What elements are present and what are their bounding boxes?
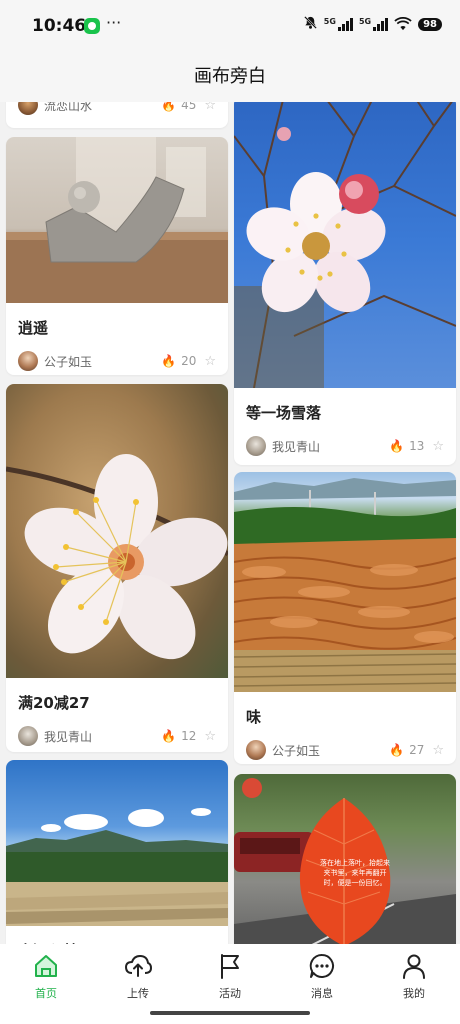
author-name: 我见青山 <box>272 439 321 454</box>
hot-count: 45 <box>181 102 197 112</box>
star-icon[interactable]: ☆ <box>204 729 216 744</box>
post-image <box>234 472 456 692</box>
author-name: 流恋山水 <box>44 102 93 113</box>
hot-count: 13 <box>409 439 425 453</box>
post-image <box>6 760 228 926</box>
card-meta: 公子如玉 🔥 27 ☆ <box>234 730 456 760</box>
fire-icon: 🔥 <box>161 729 177 743</box>
tab-home-label: 首页 <box>35 987 57 1000</box>
post-title: 满20减27 <box>18 694 90 712</box>
post-title: 山河入梦 <box>6 926 228 944</box>
signal-icon: 5G <box>324 17 353 31</box>
wifi-icon <box>394 17 412 31</box>
tab-upload-label: 上传 <box>127 987 149 1000</box>
post-title: 味 <box>246 708 262 726</box>
author-name: 公子如玉 <box>272 743 321 758</box>
user-icon <box>403 954 425 979</box>
post-image <box>6 384 228 678</box>
waterfall-feed[interactable]: 流恋山水 🔥 45 ☆ 逍遥 公子如玉 🔥 20 ☆ 满20减27 我见青山 🔥… <box>0 102 460 944</box>
avatar <box>18 351 38 371</box>
avatar <box>18 726 38 746</box>
card-meta: 我见青山 🔥 12 ☆ <box>6 716 228 746</box>
author-name: 我见青山 <box>44 729 93 744</box>
home-indicator[interactable] <box>150 1011 310 1015</box>
star-icon[interactable]: ☆ <box>432 743 444 758</box>
star-icon[interactable]: ☆ <box>204 102 216 113</box>
post-image <box>234 102 456 388</box>
fire-icon: 🔥 <box>389 743 405 757</box>
app-notification-icon <box>84 18 100 34</box>
signal-icon-2: 5G <box>359 17 389 31</box>
avatar <box>18 102 38 115</box>
tab-home[interactable]: 首页 <box>0 944 92 1024</box>
hot-count: 27 <box>409 743 425 757</box>
tab-profile-label: 我的 <box>403 987 425 1000</box>
battery-icon: 98 <box>418 17 442 31</box>
app-header: 画布旁白 <box>0 54 460 102</box>
fire-icon: 🔥 <box>389 439 405 453</box>
fire-icon: 🔥 <box>161 354 177 368</box>
card-meta: 公子如玉 🔥 20 ☆ <box>6 341 228 371</box>
hot-count: 12 <box>181 729 197 743</box>
mute-icon <box>303 15 318 33</box>
status-time: 10:46 <box>32 16 87 36</box>
status-indicators: 5G 5G 98 <box>303 15 442 33</box>
tab-messages-label: 消息 <box>311 987 333 1000</box>
post-card[interactable]: 等一场雪落 我见青山 🔥 13 ☆ <box>234 102 456 465</box>
star-icon[interactable]: ☆ <box>204 354 216 369</box>
author-name: 公子如玉 <box>44 354 93 369</box>
page-title: 画布旁白 <box>194 66 266 87</box>
post-card[interactable]: 逍遥 公子如玉 🔥 20 ☆ <box>6 137 228 375</box>
post-card[interactable]: 满20减27 我见青山 🔥 12 ☆ <box>6 384 228 752</box>
post-title: 逍遥 <box>18 319 49 337</box>
post-card[interactable]: 味 公子如玉 🔥 27 ☆ <box>234 472 456 764</box>
post-card[interactable]: 落在地上落叶，拾起来夹书里，来年再翻开时，便是一份回忆。 <box>234 774 456 944</box>
tab-profile[interactable]: 我的 <box>368 944 460 1024</box>
avatar <box>246 740 266 760</box>
post-card[interactable]: 山河入梦 <box>6 760 228 944</box>
hot-count: 20 <box>181 354 197 368</box>
card-meta: 我见青山 🔥 13 ☆ <box>234 426 456 456</box>
post-title: 等一场雪落 <box>246 404 322 422</box>
leaf-caption: 落在地上落叶，拾起来夹书里，来年再翻开时，便是一份回忆。 <box>320 859 390 887</box>
status-bar: 10:46 ··· 5G 5G 98 <box>0 0 460 54</box>
star-icon[interactable]: ☆ <box>432 439 444 454</box>
upload-cloud-icon <box>125 955 152 977</box>
fire-icon: 🔥 <box>161 102 177 112</box>
flag-icon <box>221 954 239 979</box>
post-card[interactable]: 流恋山水 🔥 45 ☆ <box>6 102 228 128</box>
tab-events-label: 活动 <box>219 987 241 1000</box>
home-icon <box>35 955 57 977</box>
more-notifications-icon: ··· <box>106 13 122 32</box>
post-image <box>6 137 228 303</box>
avatar <box>246 436 266 456</box>
message-icon <box>309 953 334 978</box>
card-meta: 流恋山水 🔥 45 ☆ <box>6 102 228 115</box>
post-image: 落在地上落叶，拾起来夹书里，来年再翻开时，便是一份回忆。 <box>234 774 456 944</box>
